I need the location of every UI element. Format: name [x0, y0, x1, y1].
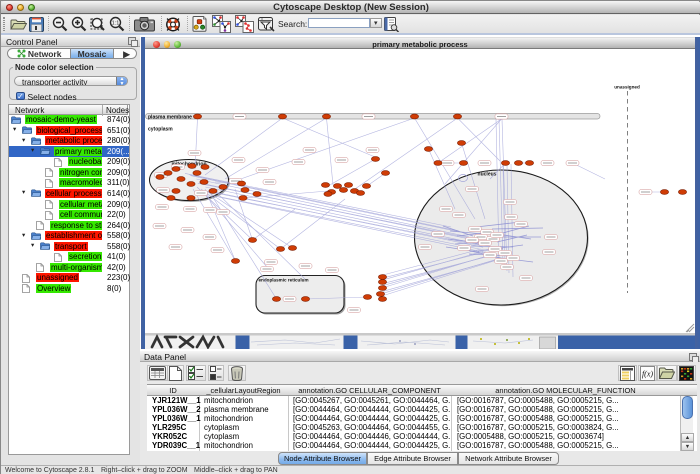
svg-text:nucleus: nucleus	[478, 172, 497, 178]
svg-text:1:1: 1:1	[112, 21, 120, 27]
svg-text:cytoplasm: cytoplasm	[148, 127, 173, 133]
svg-text:plasma membrane: plasma membrane	[148, 114, 192, 120]
svg-text:f(x): f(x)	[642, 369, 653, 378]
svg-text:unassigned: unassigned	[614, 85, 640, 90]
